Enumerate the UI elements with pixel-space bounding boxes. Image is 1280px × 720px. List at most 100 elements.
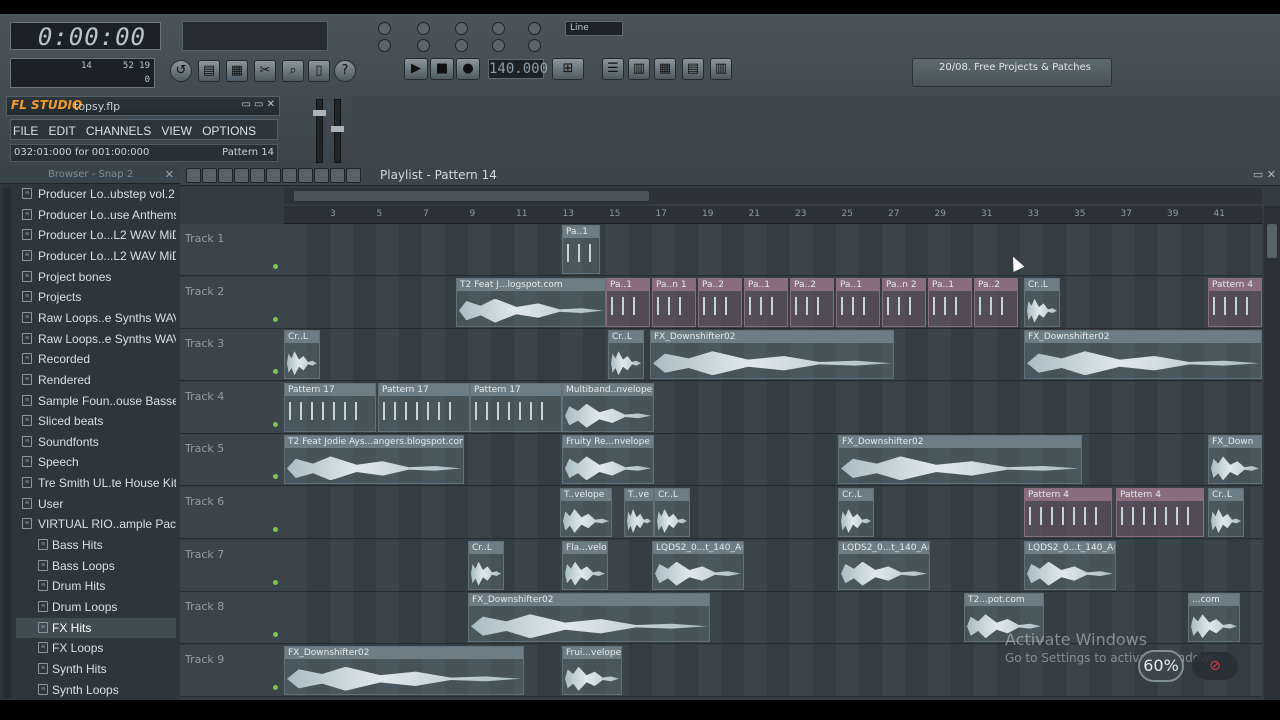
auto-scroll-toggle[interactable]	[492, 22, 505, 35]
pattern-clip[interactable]: Pa..2	[698, 277, 742, 327]
step-edit-toggle[interactable]	[455, 22, 468, 35]
track-enable-led[interactable]	[273, 264, 278, 269]
browser-subfolder[interactable]: ≡ Drum Hits	[16, 576, 176, 596]
audio-clip[interactable]: Cr..L	[608, 330, 644, 380]
audio-clip[interactable]: Cr..L	[838, 488, 874, 537]
audio-clip[interactable]: Fruity Re...nvelope	[562, 435, 654, 485]
close-icon[interactable]: ✕	[165, 166, 174, 184]
browser-folder[interactable]: ≡ Speech	[16, 452, 176, 472]
audio-clip[interactable]: FX_Downshifter02	[468, 593, 710, 643]
pattern-clip[interactable]: Pa..n 2	[882, 277, 926, 327]
news-panel[interactable]: 20/08. Free Projects & Patches	[912, 58, 1112, 87]
play-button[interactable]: ▶	[404, 58, 428, 80]
vertical-scrollbar[interactable]	[1264, 206, 1280, 700]
browser-scrollbar[interactable]	[3, 188, 11, 698]
track-lane[interactable]: T..velope T..ve Cr..L Cr..L Pattern 4 Pattern…	[284, 487, 1262, 539]
audio-clip[interactable]: Cr..L	[654, 488, 690, 537]
blend-toggle[interactable]	[417, 39, 430, 52]
delete-tool-icon[interactable]	[250, 168, 265, 183]
select-tool-icon[interactable]	[314, 168, 329, 183]
audio-clip[interactable]: T2 Feat J...logspot.com	[456, 277, 606, 327]
mute-tool-icon[interactable]	[266, 168, 281, 183]
pattern-clip[interactable]: Pa..1	[836, 277, 880, 327]
browser-subfolder[interactable]: ≡ Bass Loops	[16, 556, 176, 576]
vertical-scroll-thumb[interactable]	[1267, 224, 1277, 258]
save-icon[interactable]: ▤	[198, 60, 220, 82]
typing-keyboard-toggle[interactable]	[528, 39, 541, 52]
track-header[interactable]: Track 8	[180, 592, 284, 645]
audio-clip[interactable]: LQDS2_0...t_140_A#	[838, 540, 930, 590]
audio-clip[interactable]: FX_Down	[1208, 435, 1262, 485]
track-enable-led[interactable]	[273, 316, 278, 322]
undo-icon[interactable]: ↺	[170, 60, 192, 82]
tempo-display[interactable]: 140.000	[488, 59, 548, 79]
pattern-clip[interactable]: Pa..1	[562, 225, 600, 274]
snap-icon[interactable]	[202, 168, 217, 183]
record-button[interactable]: ●	[456, 58, 480, 80]
song-time-display[interactable]: 0:00:00	[10, 22, 161, 51]
browser-folder[interactable]: ≡ Sliced beats	[16, 411, 176, 431]
audio-clip[interactable]: LQDS2_0...t_140_A#	[1024, 540, 1116, 590]
browser-subfolder[interactable]: ≡ Synth Hits	[16, 659, 176, 679]
master-pitch-fader[interactable]	[331, 99, 344, 163]
track-header[interactable]: Track 1	[180, 224, 284, 276]
step-sequencer-icon[interactable]: ▥	[628, 58, 650, 80]
browser-subfolder[interactable]: ≡ FX Loops	[16, 638, 176, 658]
master-volume-fader[interactable]	[313, 99, 326, 163]
draw-tool-icon[interactable]	[218, 168, 233, 183]
audio-clip[interactable]: Cr..L	[1208, 488, 1244, 537]
track-header[interactable]: Track 7	[180, 539, 284, 592]
audio-clip[interactable]: T..velope	[560, 488, 612, 537]
browser-subfolder[interactable]: ≡ Drum Loops	[16, 597, 176, 617]
browser-folder[interactable]: ≡ Recorded	[16, 349, 176, 369]
browser-folder[interactable]: ≡ Producer Lo...L2 WAV MiDi	[16, 225, 176, 245]
pattern-clip[interactable]: Pa..n 1	[652, 277, 696, 327]
export-icon[interactable]: ▦	[226, 60, 248, 82]
track-enable-led[interactable]	[273, 369, 278, 375]
track-enable-led[interactable]	[273, 474, 278, 480]
audio-clip[interactable]: FX_Downshifter02	[1024, 330, 1262, 380]
slide-toggle[interactable]	[492, 39, 505, 52]
pattern-clip[interactable]: Pattern 17	[470, 382, 562, 432]
audio-clip[interactable]: Multiband..nvelope	[562, 382, 654, 432]
track-header[interactable]: Track 2	[180, 276, 284, 329]
audio-clip[interactable]: Cr..L	[1024, 277, 1060, 327]
track-header[interactable]: Track 6	[180, 487, 284, 539]
loop-record-toggle[interactable]	[455, 39, 468, 52]
track-enable-led[interactable]	[273, 421, 278, 427]
window-controls[interactable]: ▭ ▭ ✕	[241, 99, 275, 110]
pattern-clip[interactable]: Pattern 4	[1208, 277, 1262, 327]
track-lane[interactable]: Pattern 17 Pattern 17 Pattern 17 Multiband.…	[284, 381, 1262, 434]
menu-arrow-icon[interactable]	[186, 168, 201, 183]
browser-folder[interactable]: ≡ Soundfonts	[16, 432, 176, 452]
track-lane[interactable]: Cr..L Fla...velope LQDS2_0...t_140_A# LQDS2…	[284, 539, 1262, 592]
browser-window-icon[interactable]: ▤	[682, 58, 704, 80]
track-enable-led[interactable]	[273, 579, 278, 585]
pattern-clip[interactable]: Pa..2	[790, 277, 834, 327]
browser-folder[interactable]: ≡ VIRTUAL RIO..ample Pack	[16, 514, 176, 534]
horizontal-scroll-thumb[interactable]	[294, 191, 649, 201]
browser-folder[interactable]: ≡ User	[16, 494, 176, 514]
browser-folder[interactable]: ≡ Producer Lo..ubstep vol.2	[16, 184, 176, 204]
browser-folder[interactable]: ≡ Sample Foun..ouse Basses	[16, 391, 176, 411]
pattern-display[interactable]: ⊞	[552, 58, 584, 80]
pattern-clip[interactable]: Pattern 4	[1024, 488, 1112, 537]
playlist-window-controls[interactable]: ▭ ✕	[1253, 168, 1276, 181]
mixer-window-icon[interactable]: ▥	[710, 58, 732, 80]
browser-folder[interactable]: ≡ Raw Loops..e Synths WAV	[16, 329, 176, 349]
browser-folder[interactable]: ≡ Producer Lo...L2 WAV MiDi	[16, 246, 176, 266]
track-header[interactable]: Track 9	[180, 644, 284, 697]
track-header[interactable]: Track 5	[180, 434, 284, 487]
countdown-toggle[interactable]	[417, 22, 430, 35]
track-lane[interactable]: T2 Feat J...logspot.com Pa..1 Pa..n 1 Pa..2…	[284, 276, 1262, 329]
track-enable-led[interactable]	[273, 684, 278, 690]
menu-file[interactable]: FILE	[11, 121, 41, 138]
pattern-clip[interactable]: Pattern 17	[378, 382, 470, 432]
playlist-window-icon[interactable]: ☰	[602, 58, 624, 80]
browser-folder[interactable]: ≡ Raw Loops..e Synths WAV	[16, 308, 176, 328]
piano-roll-icon[interactable]: ▦	[654, 58, 676, 80]
track-header[interactable]: Track 3	[180, 329, 284, 382]
pattern-clip[interactable]: Pa..1	[606, 277, 650, 327]
slip-tool-icon[interactable]	[282, 168, 297, 183]
wait-toggle[interactable]	[378, 39, 391, 52]
